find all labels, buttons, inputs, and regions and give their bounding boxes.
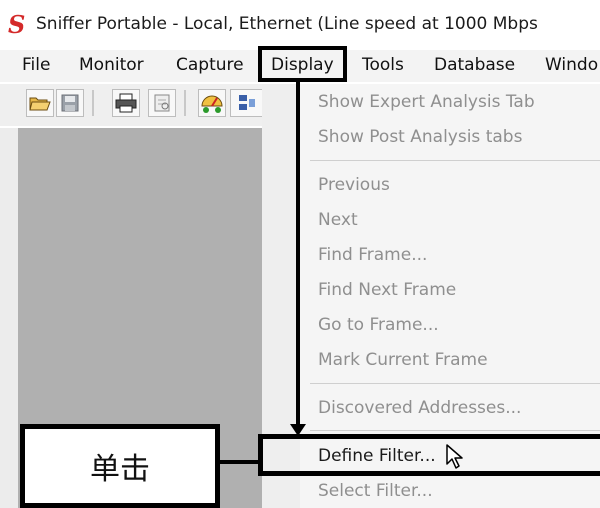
window-title: Sniffer Portable - Local, Ethernet (Line… xyxy=(36,14,538,34)
menu-item-find-frame: Find Frame... xyxy=(318,245,428,265)
menu-separator xyxy=(310,383,600,384)
menu-monitor[interactable]: Monitor xyxy=(79,55,144,75)
menu-database[interactable]: Database xyxy=(434,55,515,75)
open-folder-icon[interactable] xyxy=(26,89,54,117)
mouse-cursor-icon xyxy=(446,444,464,474)
menu-file[interactable]: File xyxy=(22,55,50,75)
menu-separator xyxy=(310,430,600,431)
menu-item-show-post-analysis-tabs: Show Post Analysis tabs xyxy=(318,127,523,147)
display-menu-highlight xyxy=(258,46,347,82)
menu-item-previous: Previous xyxy=(318,175,390,195)
menu-item-next: Next xyxy=(318,210,358,230)
menu-item-go-to-frame: Go to Frame... xyxy=(318,315,439,335)
callout-connector xyxy=(218,460,262,464)
define-filter-highlight xyxy=(258,434,600,476)
menu-capture[interactable]: Capture xyxy=(176,55,244,75)
left-panel-strip xyxy=(0,128,18,508)
menu-item-find-next-frame: Find Next Frame xyxy=(318,280,457,300)
callout-box: 单击 xyxy=(20,424,220,508)
menu-tools[interactable]: Tools xyxy=(362,55,404,75)
toolbar xyxy=(0,84,262,126)
menu-separator xyxy=(310,160,600,161)
toolbar-separator xyxy=(92,90,94,116)
menu-item-mark-current-frame: Mark Current Frame xyxy=(318,350,488,370)
app-logo-icon: S xyxy=(8,10,26,39)
callout-label: 单击 xyxy=(90,452,150,487)
print-icon[interactable] xyxy=(112,89,140,117)
host-table-icon[interactable] xyxy=(230,89,262,117)
menu-window[interactable]: Windo xyxy=(545,55,598,75)
dashboard-icon[interactable] xyxy=(198,89,226,117)
menu-item-show-expert-analysis-tab: Show Expert Analysis Tab xyxy=(318,92,535,112)
menu-item-select-filter: Select Filter... xyxy=(318,481,433,501)
toolbar-separator xyxy=(184,90,186,116)
annotation-arrow-line xyxy=(296,82,300,427)
title-bar: S Sniffer Portable - Local, Ethernet (Li… xyxy=(0,0,600,48)
menu-item-discovered-addresses: Discovered Addresses... xyxy=(318,398,522,418)
print-preview-icon[interactable] xyxy=(148,89,176,117)
save-icon[interactable] xyxy=(56,89,84,117)
